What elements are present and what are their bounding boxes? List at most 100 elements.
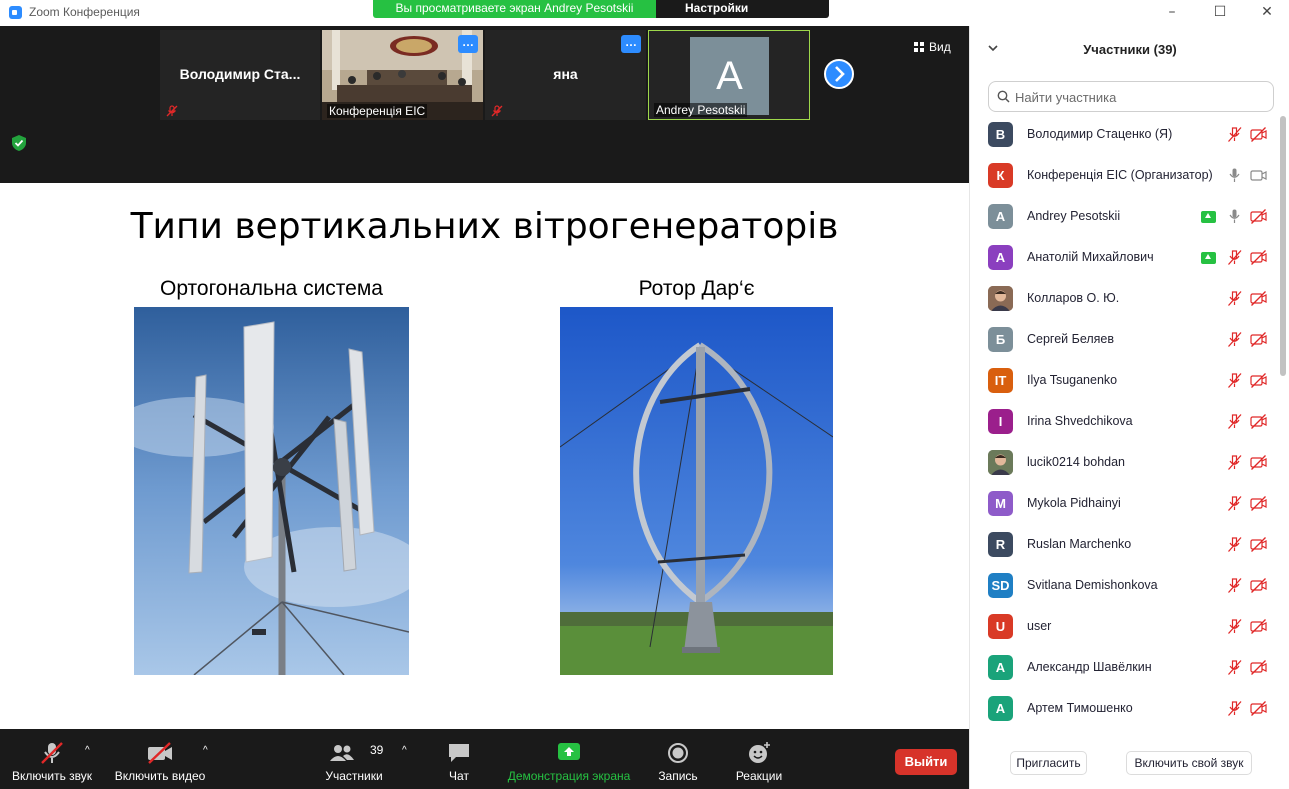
participants-panel: Участники (39) ВВолодимир Стаценко (Я)КК…: [969, 26, 1289, 789]
mic-muted-icon[interactable]: [1226, 659, 1243, 676]
camera-off-icon[interactable]: [1250, 495, 1267, 512]
close-button[interactable]: ✕: [1257, 2, 1277, 22]
unmute-self-button[interactable]: Включить свой звук: [1126, 751, 1252, 775]
slide-caption-left: Ортогональна система: [160, 277, 383, 300]
shared-screen: Типи вертикальних вітрогенераторів Ортог…: [0, 183, 969, 729]
participant-name: Ilya Tsuganenko: [1027, 373, 1118, 387]
minimize-button[interactable]: –: [1162, 2, 1182, 22]
more-options-button[interactable]: …: [458, 35, 478, 53]
darrieus-rotor-image: [560, 307, 833, 675]
participant-avatar: Б: [988, 327, 1013, 352]
participant-name: Irina Shvedchikova: [1027, 414, 1133, 428]
participant-avatar: [988, 286, 1013, 311]
participant-search[interactable]: [988, 81, 1274, 112]
invite-button[interactable]: Пригласить: [1010, 751, 1087, 775]
mic-muted-icon[interactable]: [1226, 290, 1243, 307]
chat-button[interactable]: Чат: [434, 729, 484, 789]
video-tile-active-speaker[interactable]: A Andrey Pesotskii: [648, 30, 810, 120]
participant-avatar: В: [988, 122, 1013, 147]
video-tile[interactable]: Володимир Ста...: [160, 30, 320, 120]
camera-off-icon[interactable]: [1250, 249, 1267, 266]
participant-row[interactable]: А Анатолій Михайлович: [970, 238, 1278, 279]
camera-off-icon[interactable]: [1250, 618, 1267, 635]
mic-icon[interactable]: [1226, 167, 1243, 184]
participant-row[interactable]: А Артем Тимошенко: [970, 689, 1278, 729]
camera-off-icon[interactable]: [1250, 372, 1267, 389]
camera-off-icon[interactable]: [1250, 290, 1267, 307]
video-tile[interactable]: … Конференція ЕІС: [322, 30, 483, 120]
camera-off-icon[interactable]: [1250, 454, 1267, 471]
participant-row[interactable]: Колларов О. Ю.: [970, 279, 1278, 320]
video-tile[interactable]: яна …: [485, 30, 646, 120]
record-button[interactable]: Запись: [652, 729, 704, 789]
camera-off-icon[interactable]: [1250, 577, 1267, 594]
encryption-shield-icon[interactable]: [10, 134, 28, 152]
mic-muted-icon[interactable]: [1226, 495, 1243, 512]
camera-off-icon[interactable]: [1250, 700, 1267, 717]
mic-muted-icon[interactable]: [1226, 413, 1243, 430]
mic-muted-icon[interactable]: [1226, 249, 1243, 266]
participant-row[interactable]: IT Ilya Tsuganenko: [970, 361, 1278, 402]
participants-options-caret[interactable]: ^: [402, 745, 407, 756]
reactions-button[interactable]: Реакции: [730, 729, 788, 789]
participant-row[interactable]: Б Сергей Беляев: [970, 320, 1278, 361]
mic-muted-icon: [41, 742, 63, 764]
participant-row[interactable]: I Irina Shvedchikova: [970, 402, 1278, 443]
panel-title: Участники (39): [1083, 42, 1177, 57]
participant-row[interactable]: SD Svitlana Demishonkova: [970, 566, 1278, 607]
mic-muted-icon[interactable]: [1226, 577, 1243, 594]
reactions-icon: [749, 742, 770, 763]
participant-row[interactable]: Uuser: [970, 607, 1278, 648]
unmute-button[interactable]: Включить звук: [5, 729, 99, 789]
more-options-button[interactable]: …: [621, 35, 641, 53]
participant-avatar: I: [988, 409, 1013, 434]
camera-off-icon[interactable]: [1250, 126, 1267, 143]
camera-off-icon: [148, 742, 172, 764]
audio-options-caret[interactable]: ^: [85, 745, 90, 756]
camera-off-icon[interactable]: [1250, 659, 1267, 676]
camera-off-icon[interactable]: [1250, 413, 1267, 430]
participant-name: Александр Шавёлкин: [1027, 660, 1152, 674]
mic-muted-icon[interactable]: [1226, 372, 1243, 389]
participant-row[interactable]: A Andrey Pesotskii: [970, 197, 1278, 238]
mic-muted-icon[interactable]: [1226, 331, 1243, 348]
participants-scrollbar[interactable]: [1280, 116, 1286, 376]
participants-button[interactable]: 39 Участники: [318, 729, 390, 789]
reactions-label: Реакции: [735, 769, 783, 783]
mic-muted-icon[interactable]: [1226, 536, 1243, 553]
video-options-caret[interactable]: ^: [203, 745, 208, 756]
mic-muted-icon[interactable]: [1226, 454, 1243, 471]
view-button[interactable]: Вид: [914, 40, 951, 54]
participants-icon: [330, 745, 354, 761]
next-page-button[interactable]: [824, 59, 854, 89]
mic-icon[interactable]: [1226, 208, 1243, 225]
orthogonal-turbine-image: [134, 307, 409, 675]
participant-row[interactable]: А Александр Шавёлкин: [970, 648, 1278, 689]
view-options-button[interactable]: Настройки просмотра ▼: [656, 0, 829, 31]
camera-off-icon[interactable]: [1250, 331, 1267, 348]
start-video-button[interactable]: Включить видео: [111, 729, 209, 789]
participant-avatar: U: [988, 614, 1013, 639]
camera-icon[interactable]: [1250, 167, 1267, 184]
maximize-button[interactable]: ☐: [1210, 2, 1230, 22]
camera-off-icon[interactable]: [1250, 208, 1267, 225]
mic-muted-icon[interactable]: [1226, 618, 1243, 635]
mic-muted-icon[interactable]: [1226, 126, 1243, 143]
participant-name: user: [1027, 619, 1052, 633]
leave-button[interactable]: Выйти: [895, 749, 957, 775]
mic-muted-icon[interactable]: [1226, 700, 1243, 717]
participant-row[interactable]: lucik0214 bohdan: [970, 443, 1278, 484]
participant-row[interactable]: R Ruslan Marchenko: [970, 525, 1278, 566]
search-input[interactable]: [1015, 87, 1265, 107]
participant-row[interactable]: К Конференція ЕІС (Организатор): [970, 156, 1278, 197]
participant-name: яна: [553, 66, 578, 82]
camera-off-icon[interactable]: [1250, 536, 1267, 553]
participant-avatar: А: [988, 655, 1013, 680]
share-screen-button[interactable]: Демонстрация экрана: [504, 729, 634, 789]
participant-row[interactable]: В Володимир Стаценко (Я): [970, 115, 1278, 156]
record-icon: [668, 743, 688, 763]
window-title: Zoom Конференция: [29, 5, 140, 19]
participant-row[interactable]: M Mykola Pidhainyi: [970, 484, 1278, 525]
participant-name: Володимир Ста...: [179, 66, 301, 82]
participants-list: В Володимир Стаценко (Я) К Конференція ЕІС …: [970, 115, 1278, 729]
